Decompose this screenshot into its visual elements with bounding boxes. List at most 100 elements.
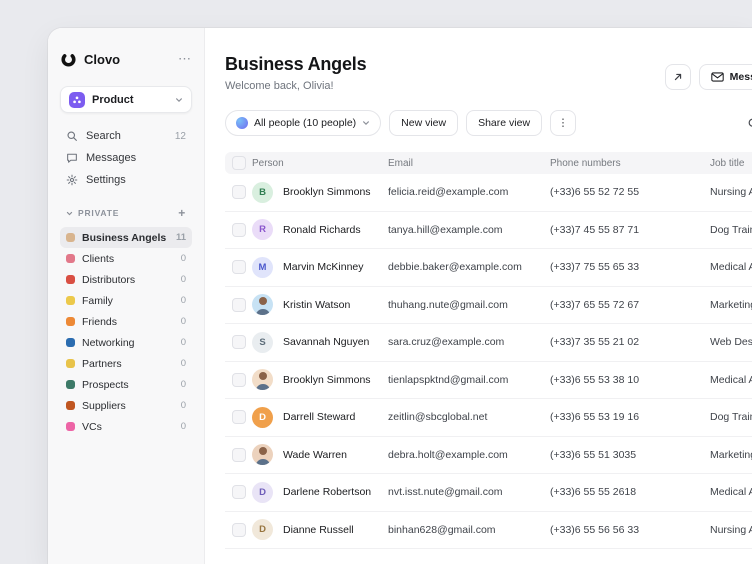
sidebar-item-suppliers[interactable]: Suppliers 0	[60, 395, 192, 416]
sidebar-item-friends[interactable]: Friends0	[60, 311, 192, 332]
sidebar-item-messages[interactable]: Messages	[60, 147, 192, 169]
column-person: Person	[252, 158, 388, 169]
person-name: Dianne Russell	[283, 524, 354, 536]
avatar: D	[252, 519, 273, 540]
product-switcher[interactable]: Product	[60, 86, 192, 113]
row-checkbox[interactable]	[232, 298, 246, 312]
envelope-icon	[711, 72, 724, 82]
row-checkbox[interactable]	[232, 185, 246, 199]
logo-row: Clovo ⋯	[60, 46, 192, 72]
open-link-button[interactable]	[665, 64, 691, 90]
phone-cell: (+33)6 55 55 2618	[550, 486, 710, 498]
select-all-checkbox[interactable]	[232, 156, 246, 170]
avatar: M	[252, 257, 273, 278]
sidebar-item-settings[interactable]: Settings	[60, 169, 192, 191]
row-checkbox[interactable]	[232, 373, 246, 387]
app-window: Clovo ⋯ Product Search 12 Messages	[48, 28, 752, 564]
row-checkbox[interactable]	[232, 485, 246, 499]
row-checkbox[interactable]	[232, 335, 246, 349]
job-cell: Marketing	[710, 299, 752, 311]
box-icon	[66, 401, 75, 410]
email-cell: tanya.hill@example.com	[388, 224, 550, 236]
table-row[interactable]: MMarvin McKinneydebbie.baker@example.com…	[225, 249, 752, 287]
sidebar-item-label: Messages	[86, 152, 136, 164]
table-row[interactable]: Brooklyn Simmonstienlapspktnd@gmail.com(…	[225, 362, 752, 400]
table-search-icon[interactable]	[747, 117, 752, 135]
avatar: R	[252, 219, 273, 240]
avatar: B	[252, 182, 273, 203]
sidebar-item-label: Clients	[82, 253, 114, 265]
person-name: Wade Warren	[283, 449, 347, 461]
sidebar-item-count: 0	[181, 295, 186, 306]
settings-icon	[66, 174, 78, 186]
bar-chart-icon	[66, 380, 75, 389]
sidebar-item-partners[interactable]: Partners0	[60, 353, 192, 374]
job-cell: Nursing As	[710, 524, 752, 536]
email-cell: debbie.baker@example.com	[388, 261, 550, 273]
table-row[interactable]: SSavannah Nguyensara.cruz@example.com(+3…	[225, 324, 752, 362]
column-phone: Phone numbers	[550, 158, 710, 169]
row-checkbox[interactable]	[232, 523, 246, 537]
header-actions: Message	[665, 64, 752, 90]
sidebar-menu-button[interactable]: ⋯	[178, 51, 192, 67]
table-body: BBrooklyn Simmonsfelicia.reid@example.co…	[225, 174, 752, 549]
job-cell: Dog Traine	[710, 411, 752, 423]
people-filter-icon	[236, 117, 248, 129]
sidebar-item-count: 0	[181, 400, 186, 411]
sidebar-item-count: 0	[181, 358, 186, 369]
product-icon	[69, 92, 85, 108]
phone-cell: (+33)7 35 55 21 02	[550, 336, 710, 348]
share-view-button[interactable]: Share view	[466, 110, 542, 136]
sidebar-item-networking[interactable]: Networking0	[60, 332, 192, 353]
sidebar-item-label: Networking	[82, 337, 135, 349]
globe-icon	[66, 338, 75, 347]
private-section-header[interactable]: PRIVATE +	[66, 206, 186, 220]
row-checkbox[interactable]	[232, 448, 246, 462]
sidebar-item-business-angels[interactable]: Business Angels11	[60, 227, 192, 248]
sidebar-item-count: 11	[176, 232, 186, 243]
phone-cell: (+33)6 55 56 56 33	[550, 524, 710, 536]
avatar	[252, 294, 273, 315]
message-button-label: Message	[730, 71, 752, 83]
sidebar-item-prospects[interactable]: Prospects 0	[60, 374, 192, 395]
email-cell: nvt.isst.nute@gmail.com	[388, 486, 550, 498]
table-row[interactable]: Kristin Watsonthuhang.nute@gmail.com(+33…	[225, 287, 752, 325]
table-row[interactable]: RRonald Richardstanya.hill@example.com(+…	[225, 212, 752, 250]
person-name: Kristin Watson	[283, 299, 350, 311]
lips-icon	[66, 422, 75, 431]
table-row[interactable]: DDianne Russellbinhan628@gmail.com(+33)6…	[225, 512, 752, 550]
message-button[interactable]: Message	[699, 64, 752, 90]
sidebar-item-family[interactable]: Family0	[60, 290, 192, 311]
table-row[interactable]: BBrooklyn Simmonsfelicia.reid@example.co…	[225, 174, 752, 212]
avatar: S	[252, 332, 273, 353]
add-list-button[interactable]: +	[178, 206, 186, 220]
row-checkbox[interactable]	[232, 260, 246, 274]
family-icon	[66, 296, 75, 305]
sidebar-item-label: VCs	[82, 421, 102, 433]
table-row[interactable]: Wade Warrendebra.holt@example.com(+33)6 …	[225, 437, 752, 475]
column-email: Email	[388, 158, 550, 169]
sidebar-item-distributors[interactable]: Distributors0	[60, 269, 192, 290]
phone-cell: (+33)6 55 53 19 16	[550, 411, 710, 423]
row-checkbox[interactable]	[232, 410, 246, 424]
sidebar-item-label: Prospects	[82, 379, 129, 391]
sidebar-item-count: 0	[181, 379, 186, 390]
job-cell: Medical As	[710, 374, 752, 386]
sidebar-item-search[interactable]: Search 12	[60, 125, 192, 147]
more-options-button[interactable]: ⋮	[550, 110, 576, 136]
job-cell: Marketing	[710, 449, 752, 461]
row-checkbox[interactable]	[232, 223, 246, 237]
email-cell: debra.holt@example.com	[388, 449, 550, 461]
sidebar-item-vcs[interactable]: VCs0	[60, 416, 192, 437]
table-row[interactable]: DDarlene Robertsonnvt.isst.nute@gmail.co…	[225, 474, 752, 512]
sidebar-item-label: Friends	[82, 316, 117, 328]
table-row[interactable]: DDarrell Stewardzeitlin@sbcglobal.net(+3…	[225, 399, 752, 437]
new-view-button[interactable]: New view	[389, 110, 458, 136]
email-cell: felicia.reid@example.com	[388, 186, 550, 198]
person-name: Savannah Nguyen	[283, 336, 369, 348]
sidebar-item-label: Suppliers	[82, 400, 126, 412]
table-header: Person Email Phone numbers Job title	[225, 152, 752, 174]
people-filter-dropdown[interactable]: All people (10 people)	[225, 110, 381, 136]
people-table: Person Email Phone numbers Job title BBr…	[225, 152, 752, 549]
sidebar-item-clients[interactable]: Clients0	[60, 248, 192, 269]
